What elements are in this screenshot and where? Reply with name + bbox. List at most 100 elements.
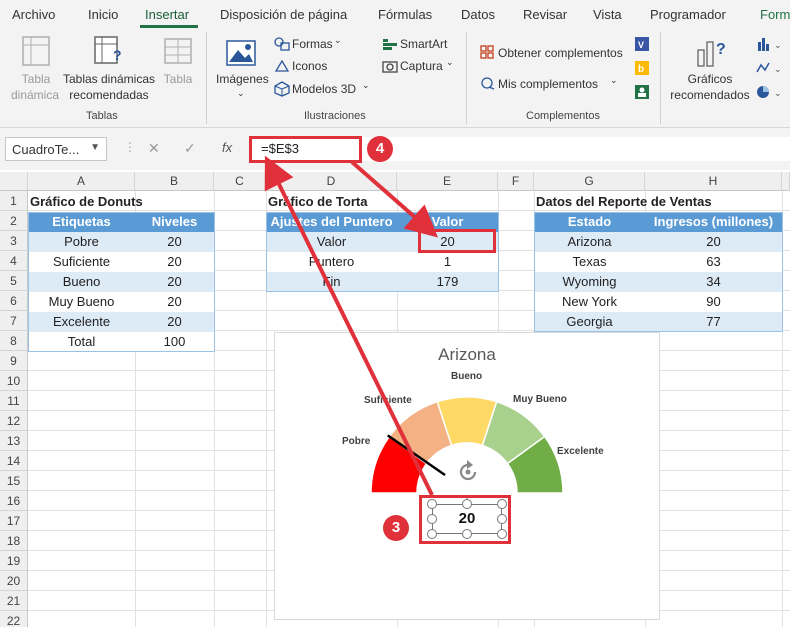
- select-all-corner[interactable]: [0, 172, 28, 191]
- sales-cell-value[interactable]: 20: [645, 232, 782, 252]
- pie-chart-icon[interactable]: ⌄: [756, 84, 786, 100]
- icons-icon: [274, 59, 290, 72]
- smartart-label: SmartArt: [400, 37, 448, 51]
- visio-icon[interactable]: V: [634, 36, 650, 52]
- enter-formula-button[interactable]: ✓: [184, 140, 196, 157]
- row-header-17[interactable]: 17: [0, 511, 28, 531]
- row-header-19[interactable]: 19: [0, 551, 28, 571]
- sales-cell-label[interactable]: Georgia: [534, 312, 645, 332]
- row-header-1[interactable]: 1: [0, 191, 28, 211]
- sales-cell-value[interactable]: 63: [645, 252, 782, 272]
- donut-cell-value[interactable]: 20: [135, 292, 214, 312]
- row-header-21[interactable]: 21: [0, 591, 28, 611]
- tab-formato[interactable]: Forma: [760, 7, 790, 22]
- tab-datos[interactable]: Datos: [461, 7, 495, 22]
- gauge-label-pobre: Pobre: [342, 436, 371, 447]
- row-header-10[interactable]: 10: [0, 371, 28, 391]
- tabla-label: Tabla: [163, 72, 193, 86]
- donut-cell-value[interactable]: 100: [135, 332, 214, 352]
- gauge-chart[interactable]: Arizona Pobre Suficiente Bueno Muy Bueno…: [274, 332, 660, 620]
- row-header-4[interactable]: 4: [0, 251, 28, 271]
- donut-cell-label[interactable]: Bueno: [28, 272, 135, 292]
- rotate-handle-icon[interactable]: [455, 459, 481, 485]
- line-chart-icon[interactable]: ⌄: [756, 60, 786, 76]
- row-header-11[interactable]: 11: [0, 391, 28, 411]
- sales-cell-label[interactable]: Arizona: [534, 232, 645, 252]
- tab-archivo[interactable]: Archivo: [12, 7, 55, 22]
- camera-icon: [382, 61, 398, 73]
- name-box-value: CuadroTe...: [12, 142, 80, 157]
- donut-cell-value[interactable]: 20: [135, 272, 214, 292]
- row-header-6[interactable]: 6: [0, 291, 28, 311]
- donut-cell-label[interactable]: Pobre: [28, 232, 135, 252]
- tabla-dinamica-label-2: dinámica: [10, 88, 60, 102]
- column-header-e[interactable]: E: [397, 172, 498, 191]
- column-header-f[interactable]: F: [498, 172, 534, 191]
- pie-cell-value[interactable]: 1: [397, 252, 498, 272]
- insert-function-button[interactable]: fx: [222, 140, 232, 155]
- row-header-2[interactable]: 2: [0, 211, 28, 231]
- tab-formulas[interactable]: Fórmulas: [378, 7, 432, 22]
- column-header-a[interactable]: A: [28, 172, 135, 191]
- tab-programador[interactable]: Programador: [650, 7, 726, 22]
- column-header-h[interactable]: H: [645, 172, 782, 191]
- row-header-8[interactable]: 8: [0, 331, 28, 351]
- row-header-12[interactable]: 12: [0, 411, 28, 431]
- row-header-20[interactable]: 20: [0, 571, 28, 591]
- row-header-7[interactable]: 7: [0, 311, 28, 331]
- row-header-16[interactable]: 16: [0, 491, 28, 511]
- donut-cell-value[interactable]: 20: [135, 252, 214, 272]
- sales-cell-label[interactable]: Wyoming: [534, 272, 645, 292]
- donut-cell-label[interactable]: Excelente: [28, 312, 135, 332]
- formas-label: Formas: [292, 37, 333, 51]
- sales-cell-value[interactable]: 77: [645, 312, 782, 332]
- sales-header-estado[interactable]: Estado: [534, 212, 645, 232]
- tab-revisar[interactable]: Revisar: [523, 7, 567, 22]
- row-header-3[interactable]: 3: [0, 231, 28, 251]
- pie-cell-label[interactable]: Valor: [266, 232, 397, 252]
- column-header-g[interactable]: G: [534, 172, 645, 191]
- row-header-13[interactable]: 13: [0, 431, 28, 451]
- ribbon-separator: [206, 32, 207, 124]
- name-box[interactable]: CuadroTe... ▼: [5, 137, 107, 161]
- column-header-c[interactable]: C: [214, 172, 266, 191]
- ribbon-separator: [466, 32, 467, 124]
- column-header-b[interactable]: B: [135, 172, 214, 191]
- people-graph-icon[interactable]: [634, 84, 650, 100]
- row-header-15[interactable]: 15: [0, 471, 28, 491]
- donut-cell-label[interactable]: Muy Bueno: [28, 292, 135, 312]
- row-header-14[interactable]: 14: [0, 451, 28, 471]
- bing-icon[interactable]: b: [634, 60, 650, 76]
- pie-cell-value[interactable]: 179: [397, 272, 498, 292]
- column-header-d[interactable]: D: [266, 172, 397, 191]
- sales-cell-value[interactable]: 90: [645, 292, 782, 312]
- donut-cell-value[interactable]: 20: [135, 232, 214, 252]
- pie-cell-label[interactable]: Fin: [266, 272, 397, 292]
- pie-header-ajustes[interactable]: Ajustes del Puntero: [266, 212, 397, 232]
- row-header-18[interactable]: 18: [0, 531, 28, 551]
- sales-header-ingresos[interactable]: Ingresos (millones): [645, 212, 782, 232]
- donut-header-etiquetas[interactable]: Etiquetas: [28, 212, 135, 232]
- tab-insertar[interactable]: Insertar: [145, 7, 189, 22]
- sales-cell-value[interactable]: 34: [645, 272, 782, 292]
- donut-header-niveles[interactable]: Niveles: [135, 212, 214, 232]
- tab-inicio[interactable]: Inicio: [88, 7, 118, 22]
- cube-icon: [274, 81, 290, 97]
- donut-cell-label[interactable]: Suficiente: [28, 252, 135, 272]
- cancel-formula-button[interactable]: ✕: [148, 140, 160, 157]
- column-chart-icon[interactable]: ⌄: [756, 36, 786, 52]
- donut-cell-value[interactable]: 20: [135, 312, 214, 332]
- tab-vista[interactable]: Vista: [593, 7, 622, 22]
- tab-disposicion[interactable]: Disposición de página: [220, 7, 347, 22]
- sales-cell-label[interactable]: New York: [534, 292, 645, 312]
- donut-cell-label[interactable]: Total: [28, 332, 135, 352]
- row-header-22[interactable]: 22: [0, 611, 28, 627]
- column-header-extra[interactable]: [782, 172, 790, 191]
- row-header-5[interactable]: 5: [0, 271, 28, 291]
- svg-text:?: ?: [113, 47, 122, 63]
- sales-cell-label[interactable]: Texas: [534, 252, 645, 272]
- row-header-9[interactable]: 9: [0, 351, 28, 371]
- mis-complementos-label: Mis complementos: [498, 77, 599, 91]
- chevron-down-icon: ⌄: [334, 35, 342, 45]
- pie-cell-label[interactable]: Puntero: [266, 252, 397, 272]
